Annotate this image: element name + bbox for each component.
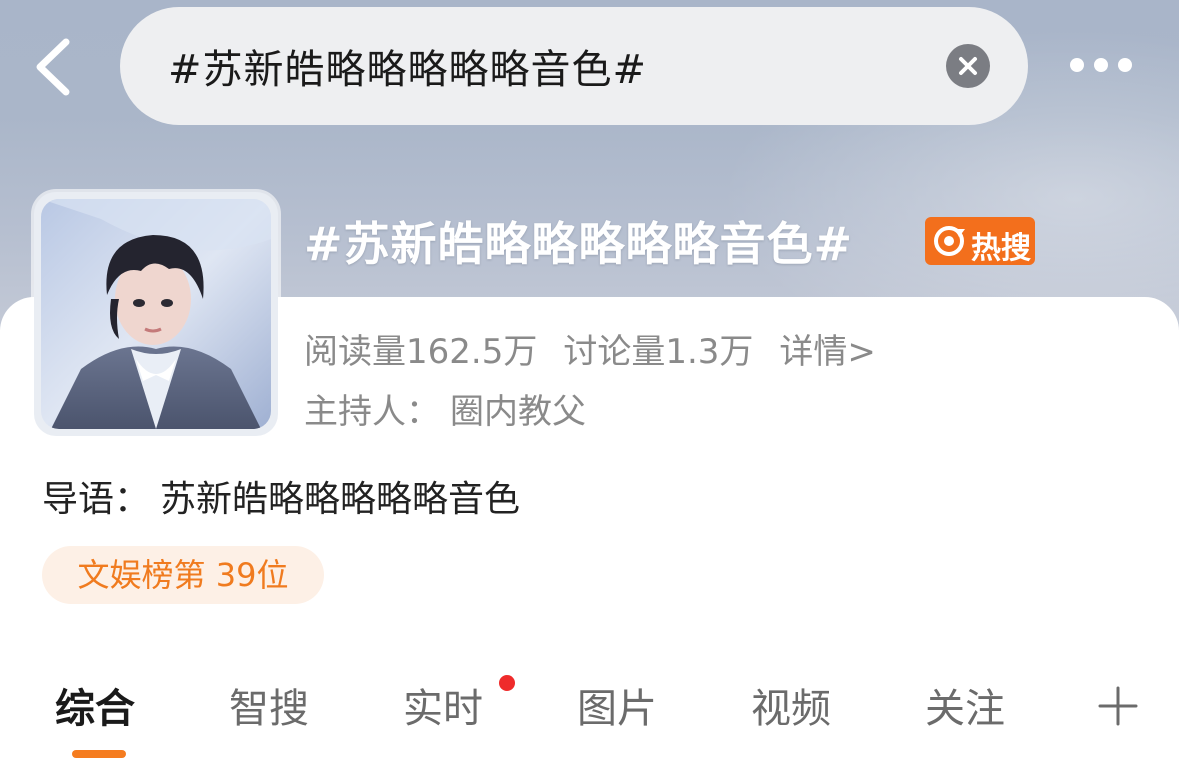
clear-search-icon[interactable] — [946, 44, 990, 88]
tab-smart-search[interactable]: 智搜 — [229, 676, 309, 734]
topic-host: 主持人： 圈内教父 — [304, 384, 586, 433]
host-label: 主持人： — [304, 392, 440, 432]
read-count: 阅读量162.5万 — [304, 332, 538, 372]
discussion-count: 讨论量1.3万 — [563, 332, 754, 372]
search-input[interactable]: #苏新皓略略略略略音色# — [168, 37, 647, 95]
new-content-dot — [499, 675, 515, 691]
tab-videos[interactable]: 视频 — [751, 676, 831, 734]
more-options-icon[interactable] — [1070, 58, 1136, 74]
topic-lead: 导语： 苏新皓略略略略略音色 — [42, 470, 520, 522]
back-chevron-icon[interactable] — [28, 36, 76, 98]
hot-search-badge[interactable]: 热搜 — [925, 217, 1035, 266]
lead-label: 导语： — [42, 479, 151, 520]
tab-realtime[interactable]: 实时 — [403, 676, 483, 734]
lead-text: 苏新皓略略略略略音色 — [160, 479, 521, 520]
search-bar[interactable]: #苏新皓略略略略略音色# — [120, 7, 1028, 125]
active-tab-indicator — [72, 750, 126, 758]
tab-comprehensive[interactable]: 综合 — [55, 676, 135, 734]
topic-stats: 阅读量162.5万 讨论量1.3万 详情> — [304, 324, 902, 373]
topic-avatar-frame — [34, 192, 278, 436]
search-tabs: 综合 智搜 实时 图片 视频 关注 — [0, 676, 1179, 736]
hot-search-label: 热搜 — [971, 231, 1031, 266]
host-name[interactable]: 圈内教父 — [450, 392, 586, 432]
topic-title: #苏新皓略略略略略音色# — [304, 217, 854, 271]
topic-avatar[interactable] — [41, 199, 271, 429]
tab-images[interactable]: 图片 — [577, 676, 657, 734]
tab-following[interactable]: 关注 — [925, 676, 1005, 734]
add-tab-plus-icon[interactable] — [1098, 686, 1138, 726]
ranking-badge[interactable]: 文娱榜第 39位 — [42, 546, 324, 604]
flame-icon — [934, 226, 965, 256]
details-link[interactable]: 详情> — [779, 332, 876, 372]
